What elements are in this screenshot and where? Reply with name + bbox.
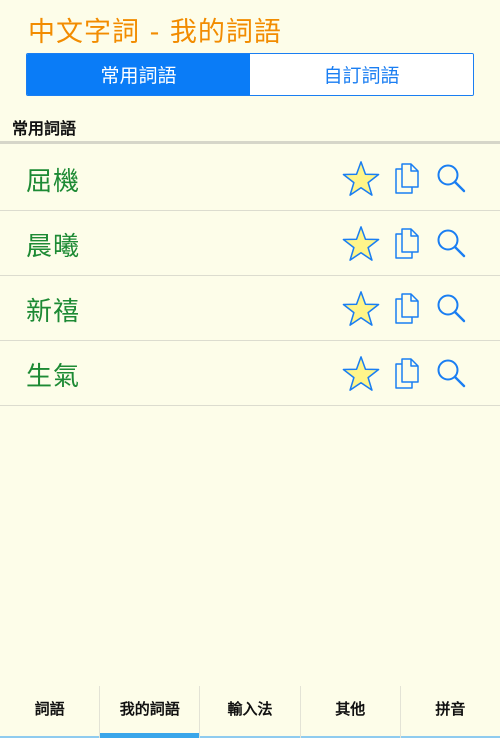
segmented-control: 常用詞語 自訂詞語 (26, 53, 474, 96)
copy-icon[interactable] (394, 228, 420, 259)
bottom-tab-bar: 詞語 我的詞語 輸入法 其他 拼音 (0, 686, 500, 738)
tab-pinyin[interactable]: 拼音 (399, 686, 500, 738)
tab-others[interactable]: 其他 (299, 686, 400, 738)
star-icon[interactable] (342, 355, 380, 393)
search-icon[interactable] (436, 163, 466, 193)
word-list: 屈機 晨曦 新禧 生氣 (0, 146, 500, 406)
search-icon[interactable] (436, 358, 466, 388)
tab-label: 其他 (335, 700, 366, 718)
app-title: 中文字詞 - 我的詞語 (28, 17, 282, 48)
star-icon[interactable] (342, 225, 380, 263)
star-icon[interactable] (342, 290, 380, 328)
tab-my-words[interactable]: 我的詞語 (99, 686, 200, 738)
copy-icon[interactable] (394, 293, 420, 324)
word-text: 屈機 (26, 167, 81, 197)
section-header: 常用詞語 (0, 110, 500, 144)
word-text: 生氣 (26, 362, 81, 392)
word-text: 新禧 (26, 297, 81, 327)
star-icon[interactable] (342, 160, 380, 198)
search-icon[interactable] (436, 228, 466, 258)
tab-words[interactable]: 詞語 (0, 686, 100, 738)
tab-label: 詞語 (34, 700, 65, 718)
list-item[interactable]: 屈機 (0, 146, 500, 211)
tab-label: 拼音 (435, 700, 466, 718)
copy-icon[interactable] (394, 163, 420, 194)
tab-label: 我的詞語 (119, 700, 180, 718)
tab-label: 輸入法 (227, 700, 273, 718)
segment-custom-words[interactable]: 自訂詞語 (250, 54, 473, 95)
tab-input-method[interactable]: 輸入法 (199, 686, 300, 738)
search-icon[interactable] (436, 293, 466, 323)
list-item[interactable]: 晨曦 (0, 211, 500, 276)
segment-common-words[interactable]: 常用詞語 (27, 54, 250, 95)
word-text: 晨曦 (26, 232, 81, 262)
list-item[interactable]: 生氣 (0, 341, 500, 406)
list-item[interactable]: 新禧 (0, 276, 500, 341)
copy-icon[interactable] (394, 358, 420, 389)
